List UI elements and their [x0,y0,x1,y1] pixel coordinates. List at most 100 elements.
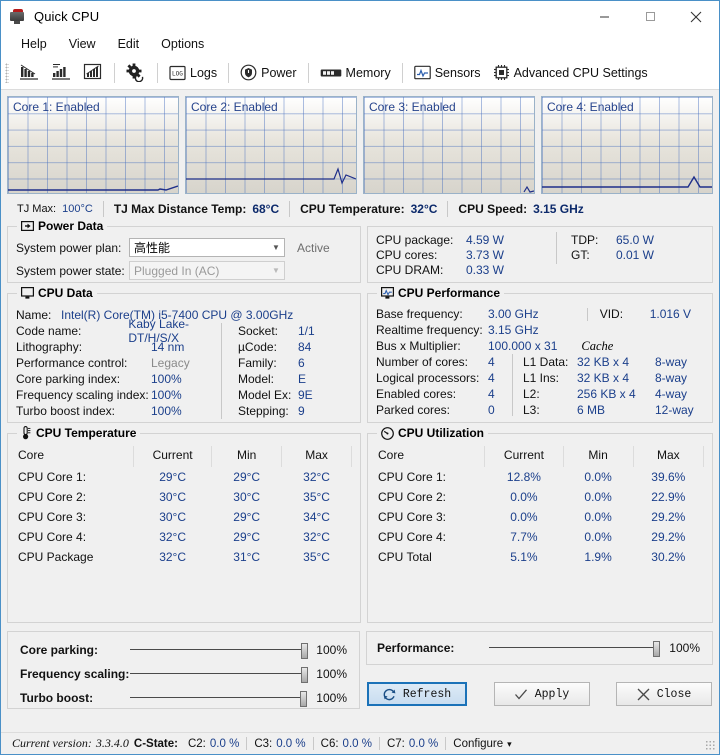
power-plan-select[interactable]: 高性能 ▼ [129,238,285,257]
l1-ins-label: L1 Ins: [523,371,577,385]
tj-max-value: 100°C [62,203,93,215]
util-row-2-min: 0.0% [563,507,633,527]
family-label: Family: [238,356,298,370]
toolbar-power-button[interactable]: Power [234,59,302,87]
configure-menu[interactable]: Configure ▾ [448,738,516,750]
frequency-scaling-slider[interactable] [130,665,305,683]
bar-chart-icon [51,63,71,82]
table-row[interactable]: CPU Core 2:30°C30°C35°C [16,487,352,507]
cstate-c7-label: C7: [387,738,405,750]
toolbar-bar-chart-button[interactable] [45,59,77,87]
toolbar-grip[interactable] [5,63,9,83]
util-row-4-max: 30.2% [633,547,703,567]
cpu-package-value: 4.59 W [466,233,504,247]
info-section: CPU Data Name: Intel(R) Core(TM) i5-7400… [1,283,719,423]
lithography-label: Lithography: [16,340,151,354]
maximize-button[interactable] [627,1,673,32]
toolbar-logs-button[interactable]: LOG Logs [163,59,223,87]
apply-button[interactable]: Apply [494,682,590,706]
core-graph-3[interactable]: Core 3: Enabled [363,96,535,194]
title-bar: Quick CPU [1,1,719,32]
slider-thumb[interactable] [301,667,308,683]
cpu-dram-value: 0.33 W [466,263,504,277]
cpu-name-label: Name: [16,308,61,322]
frequency-scaling-slider-value: 100% [305,667,347,681]
table-row[interactable]: CPU Package32°C31°C35°C [16,547,352,567]
cpu-performance-group: CPU Performance Base frequency: 3.00 GHz… [367,293,713,423]
table-row[interactable]: CPU Core 3:30°C29°C34°C [16,507,352,527]
toolbar-settings-button[interactable] [120,59,152,87]
toolbar-line-chart-button[interactable] [77,59,109,87]
configure-label: Configure [453,738,503,750]
core-graph-2-label: Core 2: Enabled [191,100,278,114]
temp-row-4-core: CPU Package [16,547,133,567]
toolbar-separator [228,63,229,83]
performance-slider[interactable] [489,639,658,657]
cstate-label: C-State: [134,738,178,750]
util-row-0-current: 12.8% [485,467,563,487]
cpu-speed-label: CPU Speed: [458,202,527,216]
close-button[interactable] [673,1,719,32]
table-row[interactable]: CPU Core 2:0.0%0.0%22.9% [376,487,704,507]
tdp-label: TDP: [571,233,616,247]
menu-item-options[interactable]: Options [150,34,215,54]
l3-size: 6 MB [577,403,655,417]
sliders-section: Core parking: 100% Frequency scaling: 10… [1,623,719,709]
table-row[interactable]: CPU Total5.1%1.9%30.2% [376,547,704,567]
refresh-button[interactable]: Refresh [367,682,467,706]
resize-grip[interactable] [705,740,715,750]
core-parking-slider-value: 100% [305,643,347,657]
table-row[interactable]: CPU Core 1:12.8%0.0%39.6% [376,467,704,487]
menu-item-view[interactable]: View [58,34,107,54]
slider-thumb[interactable] [300,691,307,707]
core-graph-2[interactable]: Core 2: Enabled [185,96,357,194]
cstate-group: C-State: [134,738,183,750]
menu-item-edit[interactable]: Edit [107,34,151,54]
cstate-c7-value: 0.0 % [409,738,438,750]
menu-item-help[interactable]: Help [10,34,58,54]
slider-track [130,697,305,698]
turbo-boost-slider[interactable] [130,689,305,707]
turbo-boost-index-value: 100% [151,404,182,418]
cpu-temperature-value: 32°C [411,202,438,216]
power-plan-value: 高性能 [134,239,170,256]
bus-multiplier-label: Bus x Multiplier: [376,339,488,353]
core-graph-1[interactable]: Core 1: Enabled [7,96,179,194]
tj-distance-label: TJ Max Distance Temp: [114,202,246,216]
toolbar-separator [402,63,403,83]
core-parking-slider[interactable] [130,641,305,659]
slider-thumb[interactable] [653,641,660,657]
table-row[interactable]: CPU Core 4:7.7%0.0%29.2% [376,527,704,547]
toolbar-sensors-button[interactable]: Sensors [408,59,487,87]
socket-label: Socket: [238,324,298,338]
close-action-button[interactable]: Close [616,682,712,706]
temp-row-0-current: 29°C [133,467,211,487]
table-row[interactable]: CPU Core 4:32°C29°C32°C [16,527,352,547]
divider [587,308,588,321]
minimize-button[interactable] [581,1,627,32]
cpu-data-title: CPU Data [38,286,93,300]
performance-slider-label: Performance: [377,641,489,655]
chevron-down-icon: ▼ [268,239,284,256]
toolbar-memory-button[interactable]: Memory [314,59,397,87]
divider [445,737,446,750]
slider-thumb[interactable] [301,643,308,659]
temp-row-1-core: CPU Core 2: [16,487,133,507]
temp-row-2-max: 34°C [282,507,352,527]
table-header-row: Core Current Min Max [376,446,704,467]
toolbar-advanced-cpu-settings-button[interactable]: Advanced CPU Settings [487,59,654,87]
util-row-2-core: CPU Core 3: [376,507,485,527]
table-row[interactable]: CPU Core 3:0.0%0.0%29.2% [376,507,704,527]
toolbar-bar-chart-down-button[interactable] [13,59,45,87]
tj-max: TJ Max: 100°C [7,203,103,215]
toolbar-separator [308,63,309,83]
temp-row-3-min: 29°C [212,527,282,547]
util-header-core: Core [376,446,485,467]
util-header-current: Current [485,446,563,467]
core-graph-4[interactable]: Core 4: Enabled [541,96,713,194]
util-row-1-max: 22.9% [633,487,703,507]
gt-label: GT: [571,248,616,262]
temp-row-2-min: 29°C [212,507,282,527]
table-row[interactable]: CPU Core 1:29°C29°C32°C [16,467,352,487]
power-state-label: System power state: [16,264,129,278]
